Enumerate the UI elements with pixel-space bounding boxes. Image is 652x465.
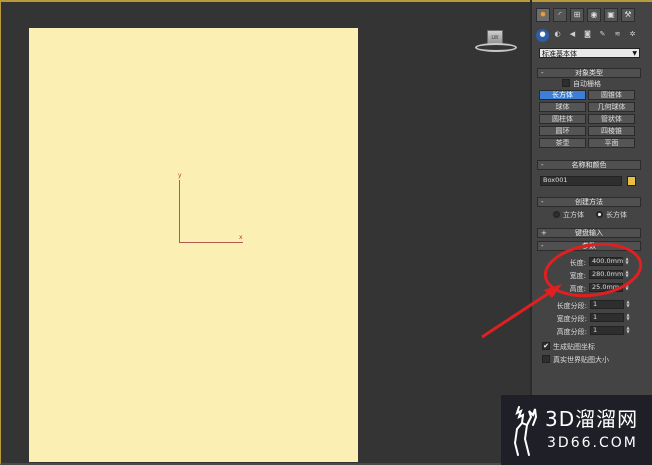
x-axis-label: x <box>239 234 243 241</box>
width-segs-label: 宽度分段: <box>556 315 587 323</box>
rollout-keyboard-entry-title: 键盘输入 <box>575 229 603 237</box>
cylinder-button[interactable]: 圆柱体 <box>539 114 586 124</box>
modify-icon[interactable]: ◜ <box>553 8 567 22</box>
geosphere-button[interactable]: 几何球体 <box>588 102 635 112</box>
hierarchy-icon[interactable]: ⊞ <box>570 8 584 22</box>
rollout-parameters[interactable]: - 参数 <box>537 241 641 251</box>
length-field[interactable]: 400.0mm <box>589 257 623 266</box>
collapse-icon: - <box>541 198 544 206</box>
geometry-icon[interactable]: ● <box>536 29 549 42</box>
length-segs-label: 长度分段: <box>556 302 587 310</box>
sphere-button[interactable]: 球体 <box>539 102 586 112</box>
watermark-line2: 3D66.COM <box>547 435 638 451</box>
collapse-icon: - <box>541 242 544 250</box>
box-radio[interactable] <box>596 211 603 218</box>
chevron-down-icon: ▼ <box>632 50 637 57</box>
rollout-name-color-title: 名称和颜色 <box>571 161 607 169</box>
length-segs-field[interactable]: 1 <box>590 300 624 309</box>
height-segs-spinner[interactable]: ▲ ▼ <box>625 326 631 335</box>
pyramid-button[interactable]: 四棱锥 <box>588 126 635 136</box>
sub-tab-row: ● ◐ ◀ ◙ ✎ ≋ ✲ <box>536 29 639 42</box>
watermark-line1: 3D溜溜网 <box>545 407 639 431</box>
height-field[interactable]: 25.0mm <box>589 283 623 292</box>
width-segs-field[interactable]: 1 <box>590 313 624 322</box>
length-segs-spinner[interactable]: ▲ ▼ <box>625 300 631 309</box>
rollout-name-color[interactable]: - 名称和颜色 <box>537 160 641 170</box>
width-spinner[interactable]: ▲ ▼ <box>624 270 630 279</box>
paper-object[interactable]: y x <box>29 28 358 462</box>
y-axis-label: y <box>178 172 182 179</box>
height-segs-label: 高度分段: <box>556 328 587 336</box>
height-segs-field[interactable]: 1 <box>590 326 624 335</box>
box-radio-label: 长方体 <box>606 211 627 219</box>
rollout-parameters-title: 参数 <box>582 242 596 250</box>
x-axis-line <box>179 242 243 243</box>
rollout-object-type-title: 对象类型 <box>575 69 603 77</box>
gen-map-coords-checkbox[interactable]: ✔ <box>542 342 550 350</box>
height-spinner[interactable]: ▲ ▼ <box>624 283 630 292</box>
motion-icon[interactable]: ◉ <box>587 8 601 22</box>
box-button[interactable]: 长方体 <box>539 90 586 100</box>
rollout-creation-method[interactable]: - 创建方法 <box>537 197 641 207</box>
lights-icon[interactable]: ◀ <box>566 29 579 42</box>
teapot-button[interactable]: 茶壶 <box>539 138 586 148</box>
tube-button[interactable]: 管状体 <box>588 114 635 124</box>
y-axis-line <box>179 180 180 242</box>
collapse-icon: - <box>541 69 544 77</box>
expand-icon: + <box>541 229 547 237</box>
deer-logo-icon <box>513 406 538 456</box>
create-icon[interactable]: ✸ <box>536 8 550 22</box>
shapes-icon[interactable]: ◐ <box>551 29 564 42</box>
collapse-icon: - <box>541 161 544 169</box>
length-spinner[interactable]: ▲ ▼ <box>624 257 630 266</box>
viewcube-ring[interactable] <box>475 43 517 52</box>
watermark: 3D溜溜网 3D66.COM <box>501 395 652 465</box>
helpers-icon[interactable]: ✎ <box>596 29 609 42</box>
space-warps-icon[interactable]: ≋ <box>611 29 624 42</box>
autogrid-label: 自动栅格 <box>573 80 601 88</box>
cone-button[interactable]: 圆锥体 <box>588 90 635 100</box>
utilities-icon[interactable]: ⚒ <box>621 8 635 22</box>
display-icon[interactable]: ▣ <box>604 8 618 22</box>
viewcube[interactable]: LW <box>473 30 519 54</box>
perspective-viewport[interactable]: y x LW <box>0 0 530 465</box>
object-name-field[interactable]: Box001 <box>540 176 622 186</box>
rollout-creation-method-title: 创建方法 <box>575 198 603 206</box>
cube-radio-label: 立方体 <box>563 211 584 219</box>
real-world-checkbox[interactable] <box>542 355 550 363</box>
rollout-object-type[interactable]: - 对象类型 <box>537 68 641 78</box>
cube-radio[interactable] <box>553 211 560 218</box>
autogrid-checkbox[interactable] <box>562 79 570 87</box>
length-label: 长度: <box>569 259 586 267</box>
cameras-icon[interactable]: ◙ <box>581 29 594 42</box>
object-color-swatch[interactable] <box>627 176 636 186</box>
main-tab-row: ✸ ◜ ⊞ ◉ ▣ ⚒ <box>536 8 635 22</box>
gen-map-coords-label: 生成贴图坐标 <box>553 343 595 351</box>
width-field[interactable]: 280.0mm <box>589 270 623 279</box>
real-world-label: 真实世界贴图大小 <box>553 356 609 364</box>
torus-button[interactable]: 圆环 <box>539 126 586 136</box>
height-label: 高度: <box>569 285 586 293</box>
plane-button[interactable]: 平面 <box>588 138 635 148</box>
width-label: 宽度: <box>569 272 586 280</box>
category-dropdown[interactable]: 标准基本体 ▼ <box>539 48 640 58</box>
category-dropdown-value: 标准基本体 <box>542 50 577 58</box>
systems-icon[interactable]: ✲ <box>626 29 639 42</box>
rollout-keyboard-entry[interactable]: + 键盘输入 <box>537 228 641 238</box>
width-segs-spinner[interactable]: ▲ ▼ <box>625 313 631 322</box>
